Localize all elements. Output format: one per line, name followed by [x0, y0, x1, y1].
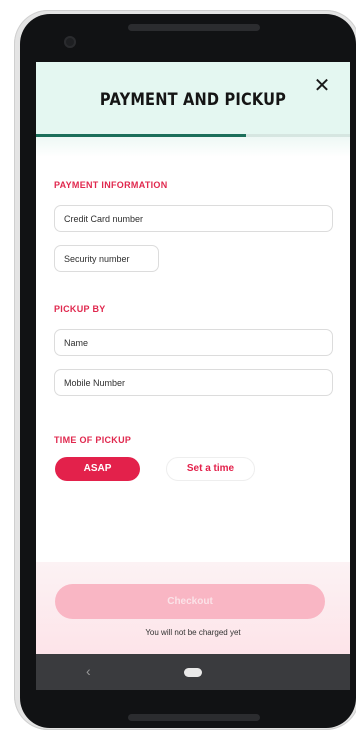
checkout-footer: Checkout You will not be charged yet	[36, 562, 350, 654]
page-title: PAYMENT AND PICKUP	[99, 90, 287, 110]
charge-note: You will not be charged yet	[145, 628, 241, 637]
home-icon[interactable]	[184, 668, 202, 677]
mobile-number-field[interactable]	[54, 369, 333, 396]
screen: PAYMENT AND PICKUP ✕ PAYMENT INFORMATION…	[36, 62, 350, 690]
header-shadow	[36, 137, 350, 157]
system-navbar: ‹	[36, 654, 350, 690]
asap-button[interactable]: ASAP	[55, 457, 140, 481]
header: PAYMENT AND PICKUP ✕	[36, 62, 350, 134]
pickup-section-label: PICKUP BY	[54, 304, 106, 314]
time-section-label: TIME OF PICKUP	[54, 435, 132, 445]
back-icon[interactable]: ‹	[86, 663, 91, 679]
close-icon[interactable]: ✕	[312, 76, 332, 96]
checkout-button[interactable]: Checkout	[55, 584, 325, 619]
security-number-field[interactable]	[54, 245, 159, 272]
front-camera	[64, 36, 76, 48]
payment-section-label: PAYMENT INFORMATION	[54, 180, 168, 190]
set-time-button[interactable]: Set a time	[166, 457, 255, 481]
bottom-speaker	[128, 714, 260, 721]
credit-card-field[interactable]	[54, 205, 333, 232]
top-speaker	[128, 24, 260, 31]
name-field[interactable]	[54, 329, 333, 356]
